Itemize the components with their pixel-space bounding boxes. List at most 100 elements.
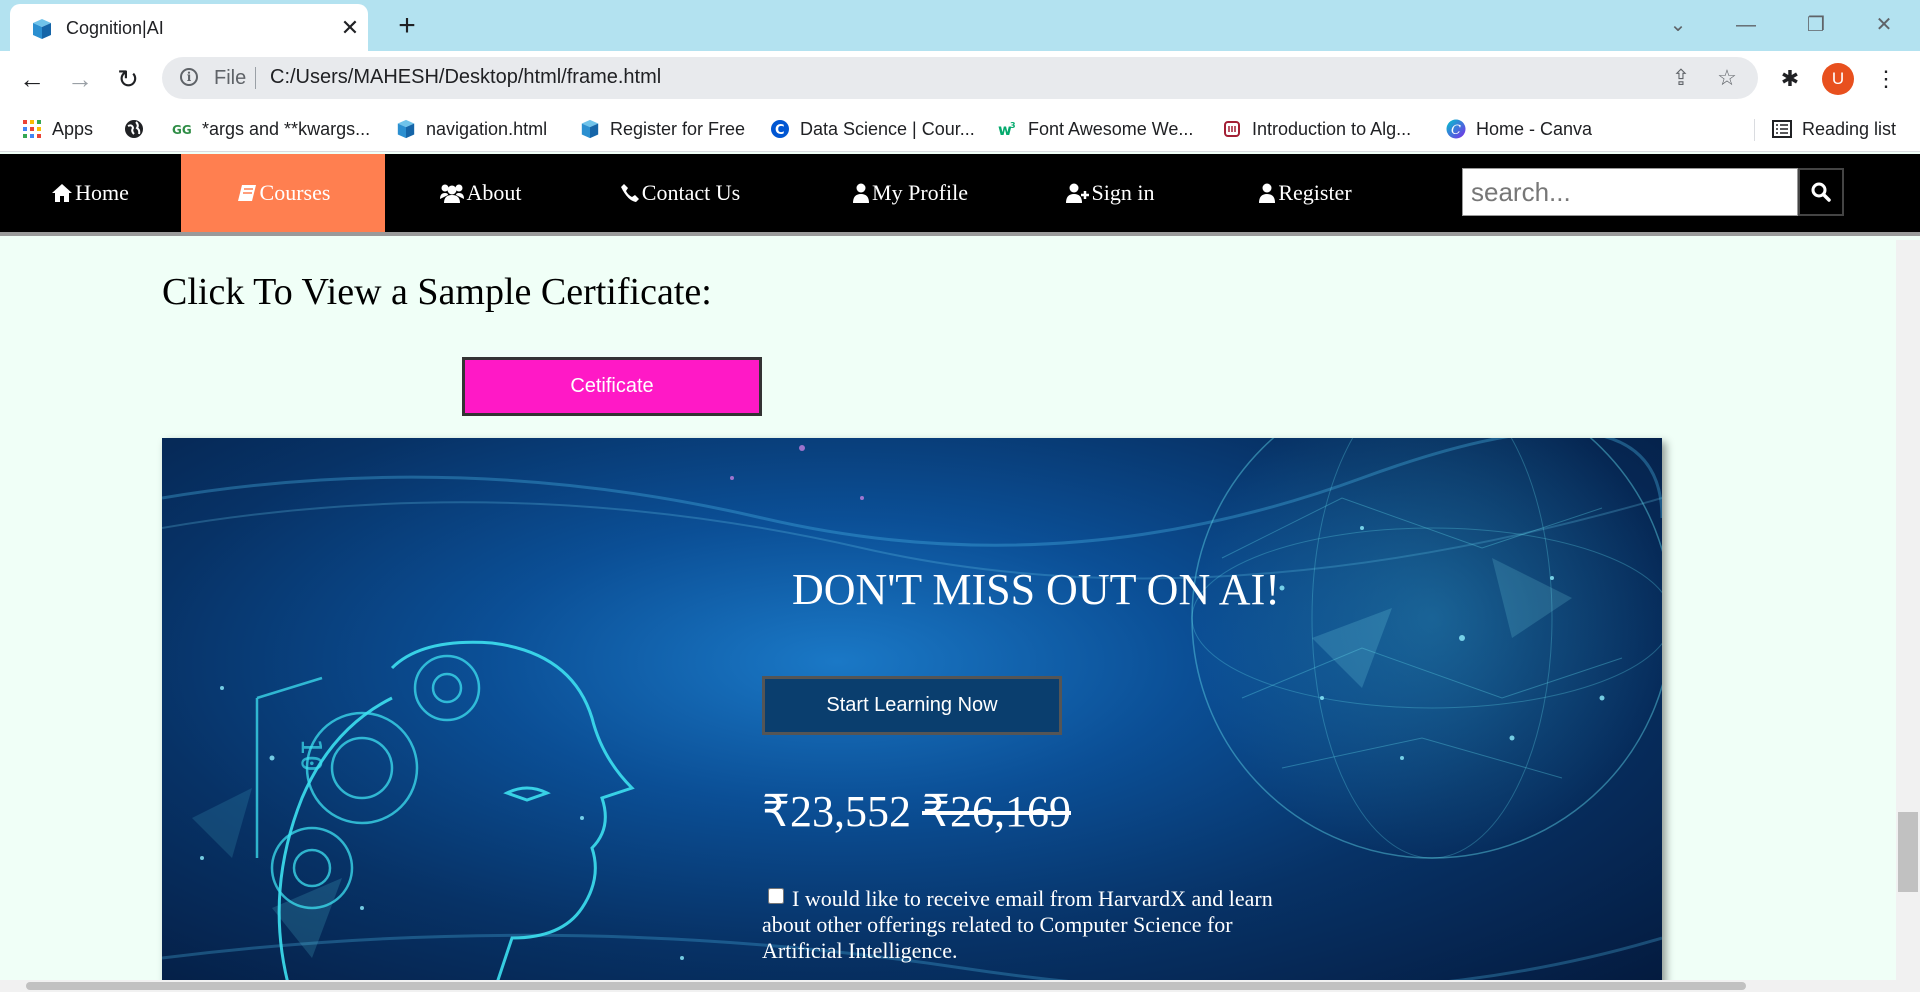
nav-home[interactable]: Home [30,154,150,232]
svg-text:3: 3 [1010,121,1016,130]
svg-text:C: C [775,123,785,138]
email-consent-label: I would like to receive email from Harva… [762,886,1273,963]
bookmark-label: Register for Free [610,118,746,139]
home-icon [52,184,73,202]
minimize-icon[interactable]: — [1726,10,1766,40]
geeksforgeeks-icon: GG [172,123,192,137]
bookmark-canva[interactable]: C Home - Canva [1446,115,1592,143]
certificate-heading: Click To View a Sample Certificate: [162,271,712,313]
back-icon[interactable]: ← [12,63,52,95]
mit-icon [1224,121,1240,137]
tab-title: Cognition|AI [66,18,164,38]
reading-list-button[interactable]: Reading list [1772,115,1896,143]
site-search-input[interactable] [1462,168,1798,216]
ai-promo-banner: 10 DON'T MISS OUT ON AI! Start Learning … [162,438,1662,992]
nav-contact[interactable]: Contact Us [600,154,760,232]
bookmark-label: Introduction to Alg... [1252,118,1412,139]
bookmark-label: Home - Canva [1476,118,1593,139]
menu-kebab-icon[interactable]: ⋮ [1870,63,1902,95]
apps-grid-icon [23,120,41,138]
svg-text:GG: GG [172,123,192,137]
coursera-icon: C [771,120,789,138]
forward-icon[interactable]: → [60,63,100,95]
cube-icon [397,119,415,139]
nav-label: Register [1278,180,1352,205]
banner-title: DON'T MISS OUT ON AI! [792,565,1280,614]
bookmarks-bar: Apps GG *args and **kwargs... navigation… [0,107,1920,152]
bookmark-intro-algorithms[interactable]: Introduction to Alg... [1222,115,1411,143]
cube-icon [581,119,599,139]
canva-icon: C [1446,119,1466,139]
navbar-divider [0,232,1920,236]
nav-my-profile[interactable]: My Profile [830,154,990,232]
email-consent: I would like to receive email from Harva… [762,886,1302,964]
certificate-button[interactable]: Cetificate [462,357,762,416]
search-button[interactable] [1798,168,1844,216]
url-text[interactable]: C:/Users/MAHESH/Desktop/html/frame.html [270,66,661,89]
nav-label: Home [75,180,129,205]
bookmark-label: *args and **kwargs... [202,118,371,139]
course-price: ₹23,552 ₹26,169 [762,786,1071,837]
price-original: ₹26,169 [922,787,1071,836]
reading-list-label: Reading list [1802,118,1897,139]
nav-label: My Profile [872,180,968,205]
search-icon [1811,182,1831,202]
reading-list-icon [1772,120,1792,138]
nav-label: About [466,180,522,205]
nav-label: Sign in [1091,180,1155,205]
price-current: ₹23,552 [762,787,911,836]
info-icon[interactable]: i [180,68,198,86]
bookmark-apps[interactable]: Apps [22,115,93,143]
extensions-icon[interactable]: ✱ [1774,63,1806,95]
phone-icon [620,184,639,202]
page-viewport: Home Courses About Contact Us My Profile… [0,152,1920,992]
nav-label: Courses [259,180,331,205]
globe-icon [125,120,143,138]
bookmark-register[interactable]: Register for Free [580,115,745,143]
horizontal-scrollbar-thumb[interactable] [26,982,1746,990]
bookmark-navigation[interactable]: navigation.html [396,115,547,143]
bookmark-font-awesome[interactable]: w3 Font Awesome We... [998,115,1193,143]
email-consent-checkbox[interactable] [768,888,784,904]
close-tab-icon[interactable]: ✕ [336,14,364,42]
reload-icon[interactable]: ↻ [108,63,148,95]
nav-register[interactable]: Register [1250,154,1360,232]
restore-icon[interactable]: ❐ [1796,10,1836,40]
user-plus-icon [1065,183,1089,203]
share-icon[interactable]: ⇪ [1668,65,1694,91]
close-window-icon[interactable]: ✕ [1864,10,1904,40]
nav-courses[interactable]: Courses [181,154,385,232]
bookmarks-divider [1754,119,1755,141]
svg-text:10: 10 [295,738,328,772]
site-navbar: Home Courses About Contact Us My Profile… [0,154,1920,232]
browser-toolbar: ← → ↻ i File C:/Users/MAHESH/Desktop/htm… [0,51,1920,107]
nav-label: Contact Us [641,180,741,205]
scheme-label: File [214,67,247,89]
vertical-scrollbar-thumb[interactable] [1898,812,1918,892]
cube-favicon-icon [33,19,51,39]
bookmark-label: Data Science | Cour... [800,118,975,139]
address-bar[interactable]: i File C:/Users/MAHESH/Desktop/html/fram… [162,57,1758,99]
bookmark-label: Font Awesome We... [1028,118,1194,139]
book-icon [237,185,256,201]
svg-text:C: C [1451,123,1461,138]
bookmark-globe[interactable] [124,115,154,143]
browser-tabstrip: Cognition|AI ✕ + ⌄ — ❐ ✕ [0,0,1920,51]
omnibox-divider [255,67,256,89]
bookmark-args-kwargs[interactable]: GG *args and **kwargs... [172,115,370,143]
user-icon [853,183,870,203]
w3schools-icon: w3 [998,121,1016,139]
tab-search-icon[interactable]: ⌄ [1658,10,1698,40]
bookmark-star-icon[interactable]: ☆ [1714,65,1740,91]
nav-sign-in[interactable]: Sign in [1050,154,1170,232]
users-icon [439,184,464,203]
browser-tab[interactable]: Cognition|AI ✕ [10,4,368,51]
bookmark-label: Apps [52,118,94,139]
new-tab-icon[interactable]: + [390,9,424,43]
user-icon [1259,183,1276,203]
nav-about[interactable]: About [410,154,550,232]
profile-avatar[interactable]: U [1822,63,1854,95]
bookmark-label: navigation.html [426,118,548,139]
bookmark-data-science[interactable]: C Data Science | Cour... [770,115,975,143]
start-learning-button[interactable]: Start Learning Now [762,676,1062,735]
